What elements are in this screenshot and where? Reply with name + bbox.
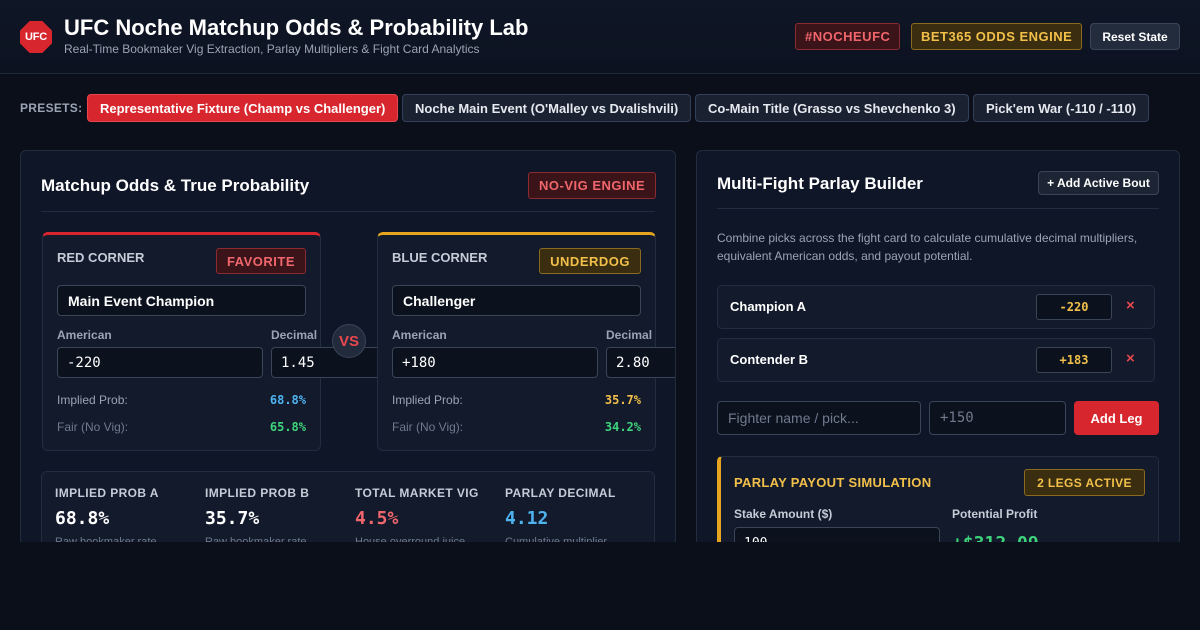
- new-leg-name-input[interactable]: Fighter name / pick...: [717, 401, 921, 435]
- red-decimal-label: Decimal: [271, 328, 318, 342]
- blue-american-odds-input[interactable]: +180: [392, 347, 598, 378]
- parlay-description: Combine picks across the fight card to c…: [717, 231, 1138, 263]
- blue-implied-value: 35.7%: [604, 393, 641, 407]
- parlay-leg: Champion A -220 ×: [717, 285, 1155, 329]
- red-corner-card: RED CORNER FAVORITE Main Event Champion …: [42, 232, 381, 451]
- leg-odds-input[interactable]: +183: [1036, 347, 1112, 373]
- engine-badge: BET365 ODDS ENGINE: [911, 23, 1083, 50]
- parlay-leg: Contender B +183 ×: [717, 338, 1155, 382]
- vs-badge: VS: [332, 324, 366, 358]
- stake-label: Stake Amount ($): [734, 507, 833, 521]
- red-decimal-odds-input[interactable]: 1.45: [271, 347, 381, 378]
- parlay-payout-simulation: PARLAY PAYOUT SIMULATION 2 LEGS ACTIVE S…: [717, 456, 1159, 549]
- stat-label: PARLAY DECIMAL: [505, 486, 616, 500]
- top-header: UFC UFC Noche Matchup Odds & Probability…: [0, 0, 1200, 74]
- legs-active-badge: 2 LEGS ACTIVE: [1024, 469, 1145, 496]
- blue-american-label: American: [392, 328, 447, 342]
- page-subtitle: Real-Time Bookmaker Vig Extraction, Parl…: [64, 42, 480, 56]
- red-american-label: American: [57, 328, 112, 342]
- stat-value: 4.5%: [355, 508, 399, 529]
- panel-divider: [41, 211, 655, 212]
- leg-odds-input[interactable]: -220: [1036, 294, 1112, 320]
- red-implied-value: 68.8%: [269, 393, 306, 407]
- preset-pickem-war[interactable]: Pick'em War (-110 / -110): [973, 94, 1150, 122]
- preset-representative-fixture[interactable]: Representative Fixture (Champ vs Challen…: [87, 94, 399, 122]
- stat-label: IMPLIED PROB A: [55, 486, 159, 500]
- hashtag-badge: #NOCHEUFC: [795, 23, 901, 50]
- blue-fair-label: Fair (No Vig):: [392, 420, 464, 434]
- stat-label: IMPLIED PROB B: [205, 486, 310, 500]
- leg-name: Contender B: [730, 352, 808, 367]
- parlay-panel: Multi-Fight Parlay Builder + Add Active …: [696, 150, 1180, 550]
- parlay-panel-title: Multi-Fight Parlay Builder: [717, 174, 923, 193]
- presets-label: PRESETS:: [20, 101, 83, 115]
- stat-label: TOTAL MARKET VIG: [355, 486, 479, 500]
- market-stats-strip: IMPLIED PROB A 68.8% Raw bookmaker rate …: [41, 471, 655, 549]
- profit-label: Potential Profit: [952, 507, 1038, 521]
- page-title: UFC Noche Matchup Odds & Probability Lab: [64, 15, 529, 40]
- blue-corner-label: BLUE CORNER: [392, 250, 488, 265]
- blue-decimal-label: Decimal: [606, 328, 653, 342]
- preset-noche-main-event[interactable]: Noche Main Event (O'Malley vs Dvalishvil…: [402, 94, 692, 122]
- red-implied-label: Implied Prob:: [57, 393, 128, 407]
- add-active-bout-button[interactable]: + Add Active Bout: [1038, 171, 1159, 195]
- panel-divider: [717, 208, 1159, 209]
- blue-fair-value: 34.2%: [604, 420, 641, 434]
- leg-name: Champion A: [730, 299, 807, 314]
- blue-implied-label: Implied Prob:: [392, 393, 463, 407]
- new-leg-odds-input[interactable]: +150: [929, 401, 1066, 435]
- remove-leg-icon[interactable]: ×: [1126, 350, 1135, 367]
- matchup-panel: Matchup Odds & True Probability NO-VIG E…: [20, 150, 676, 550]
- ufc-logo: UFC: [20, 21, 52, 53]
- preset-co-main-title[interactable]: Co-Main Title (Grasso vs Shevchenko 3): [695, 94, 969, 122]
- remove-leg-icon[interactable]: ×: [1126, 297, 1135, 314]
- simulation-title: PARLAY PAYOUT SIMULATION: [734, 475, 932, 490]
- reset-state-button[interactable]: Reset State: [1090, 23, 1180, 50]
- blue-decimal-odds-input[interactable]: 2.80: [606, 347, 675, 378]
- add-leg-button[interactable]: Add Leg: [1074, 401, 1159, 435]
- page-background-footer: [0, 542, 1200, 630]
- matchup-panel-title: Matchup Odds & True Probability: [41, 176, 310, 195]
- favorite-tag: FAVORITE: [215, 248, 306, 274]
- stat-value: 35.7%: [205, 508, 260, 529]
- red-american-odds-input[interactable]: -220: [57, 347, 263, 378]
- stat-value: 4.12: [505, 508, 549, 529]
- underdog-tag: UNDERDOG: [539, 248, 641, 274]
- red-fair-value: 65.8%: [269, 420, 306, 434]
- stat-value: 68.8%: [55, 508, 110, 529]
- blue-corner-card: BLUE CORNER UNDERDOG Challenger American…: [377, 232, 675, 451]
- red-fair-label: Fair (No Vig):: [57, 420, 129, 434]
- blue-fighter-name-input[interactable]: Challenger: [392, 285, 641, 316]
- red-corner-label: RED CORNER: [57, 250, 145, 265]
- red-fighter-name-input[interactable]: Main Event Champion: [57, 285, 306, 316]
- no-vig-engine-badge: NO-VIG ENGINE: [528, 172, 657, 199]
